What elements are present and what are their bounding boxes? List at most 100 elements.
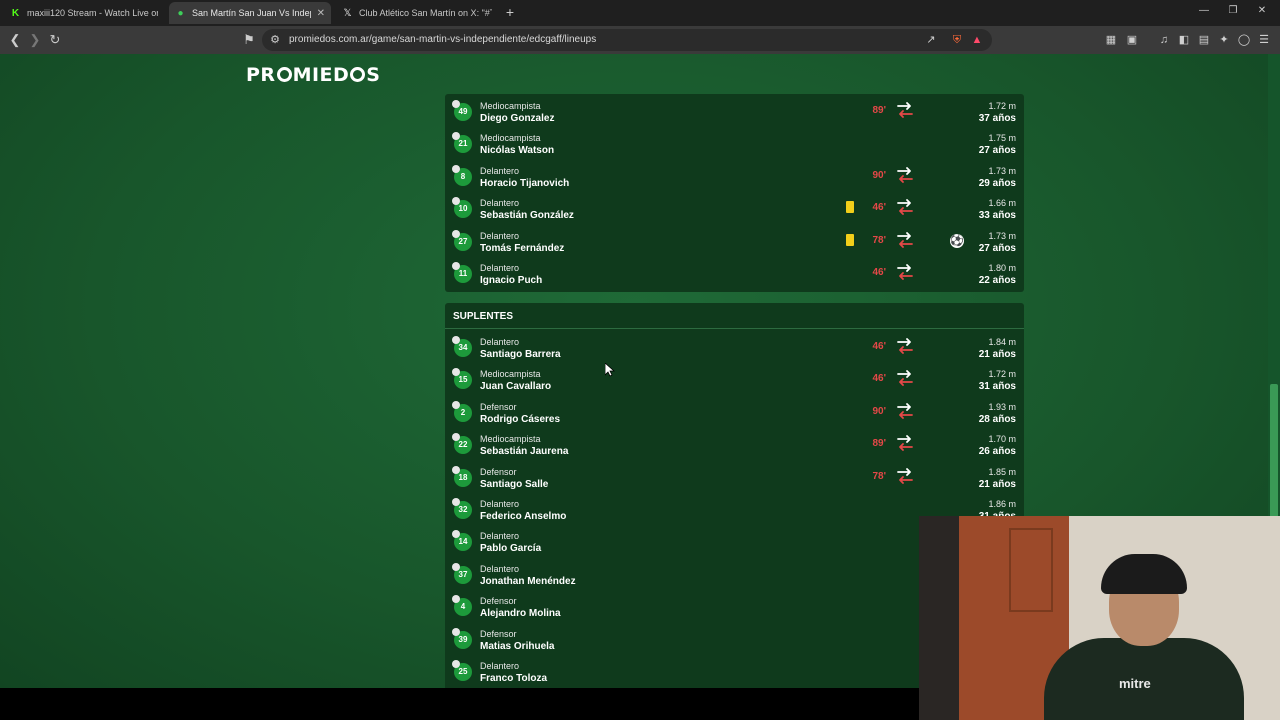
player-row[interactable]: 27 Delantero Tomás Fernández 78' ⚽ 1.73 m 27 a… [445,226,1024,258]
player-photo-icon [452,100,460,108]
player-position: Delantero [480,198,520,209]
media-icon[interactable]: ▣ [1125,33,1139,47]
player-position: Delantero [480,499,520,509]
substitutes-heading: SUPLENTES [453,311,514,322]
close-tab-icon[interactable]: ✕ [317,8,325,19]
webcam-shadow [919,516,959,720]
vpn-icon[interactable]: ◯ [1237,33,1251,47]
scrollbar-thumb[interactable] [1270,384,1278,534]
new-tab-button[interactable]: + [503,4,517,20]
player-height: 1.66 m [988,198,1016,209]
player-height: 1.93 m [988,401,1016,412]
substitution-minute: 46' [872,202,886,214]
extensions-icon[interactable]: ▦ [1104,33,1118,47]
player-name[interactable]: Ignacio Puch [480,275,542,286]
tab-kick-stream[interactable]: K maxiii120 Stream - Watch Live on Kick [4,2,164,24]
player-name[interactable]: Diego Gonzalez [480,113,554,124]
share-icon[interactable]: ↗ [924,33,938,47]
player-photo-icon [452,400,460,409]
player-name[interactable]: Sebastián González [480,210,574,221]
player-row[interactable]: 18 Defensor Santiago Salle 78' 1.85 m 21 años [445,462,1024,494]
player-photo-icon [452,229,460,238]
player-row[interactable]: 2 Defensor Rodrigo Cáseres 90' 1.93 m 28 años [445,397,1024,429]
player-name[interactable]: Federico Anselmo [480,511,566,522]
close-window-button[interactable]: ✕ [1252,5,1272,16]
player-row[interactable]: 10 Delantero Sebastián González 46' 1.66 m 33… [445,193,1024,225]
player-photo-icon [452,336,460,344]
minimize-button[interactable]: — [1194,5,1214,16]
player-position: Defensor [480,466,517,477]
yellow-card-icon [846,233,854,246]
player-name[interactable]: Santiago Salle [480,479,548,490]
player-name[interactable]: Tomás Fernández [480,243,564,254]
player-number: 2 [452,400,472,422]
tab-x-post[interactable]: 𝕏 Club Atlético San Martín on X: "#Torne… [336,2,498,24]
player-height: 1.72 m [988,101,1016,111]
site-info-icon[interactable]: ⚙ [268,33,282,47]
player-name[interactable]: Santiago Barrera [480,349,561,360]
mouse-cursor [605,363,615,377]
tab-title: maxiii120 Stream - Watch Live on Kick [27,8,158,18]
player-name[interactable]: Nicólas Watson [480,145,554,156]
substitution-minute: 46' [872,267,886,278]
player-row[interactable]: 8 Delantero Horacio Tijanovich 90' 1.73 m 29 … [445,161,1024,193]
player-number: 49 [452,100,472,121]
substitution-minute: 78' [872,234,886,246]
player-height: 1.85 m [988,466,1016,477]
player-name[interactable]: Matias Orihuela [480,641,554,652]
player-height: 1.72 m [988,369,1016,380]
player-name[interactable]: Juan Cavallaro [480,381,551,392]
player-age: 21 años [978,349,1016,360]
player-age: 31 años [978,381,1016,393]
substitution-icon [897,264,913,280]
substitution-minute: 46' [872,341,886,352]
back-button[interactable]: ❮ [7,32,23,48]
brave-rewards-icon[interactable]: ▲ [970,33,984,47]
substitution-minute: 89' [872,438,886,450]
player-row[interactable]: 49 Mediocampista Diego Gonzalez 89' 1.72 m 37… [445,96,1024,128]
player-row[interactable]: 34 Delantero Santiago Barrera 46' 1.84 m 21 a… [445,332,1024,364]
substitution-icon [897,370,913,387]
player-age: 29 años [978,177,1016,189]
player-name[interactable]: Franco Toloza [480,673,547,684]
substitution-icon [897,231,913,248]
tab-promiedos[interactable]: ● San Martín San Juan Vs Independiente ✕ [169,2,331,24]
player-name[interactable]: Jonathan Menéndez [480,576,576,587]
player-row[interactable]: 15 Mediocampista Juan Cavallaro 46' 1.72 m 31… [445,364,1024,396]
player-height: 1.80 m [988,263,1016,273]
player-photo-icon [452,262,460,270]
promiedos-logo[interactable]: PR MIED S [246,64,380,86]
player-name[interactable]: Pablo García [480,543,541,554]
player-position: Delantero [480,531,520,542]
brave-shield-icon[interactable]: ⛨ [950,33,964,47]
starters-card: 49 Mediocampista Diego Gonzalez 89' 1.72 m 37… [445,94,1024,292]
player-row[interactable]: 22 Mediocampista Sebastián Jaurena 89' 1.70 … [445,429,1024,461]
menu-icon[interactable]: ☰ [1257,33,1271,47]
music-icon[interactable]: ♫ [1157,33,1171,47]
x-icon: 𝕏 [343,7,352,19]
player-row[interactable]: 11 Delantero Ignacio Puch 46' 1.80 m 22 años [445,258,1024,290]
restore-button[interactable]: ❐ [1223,5,1243,16]
player-number: 21 [452,132,472,154]
reload-button[interactable]: ↻ [47,32,63,48]
player-height: 1.86 m [988,499,1016,509]
sidebar-icon[interactable]: ◧ [1177,33,1191,47]
player-name[interactable]: Rodrigo Cáseres [480,414,560,425]
substitution-icon [897,402,913,419]
wallet-icon[interactable]: ▤ [1197,33,1211,47]
player-name[interactable]: Alejandro Molina [480,608,561,619]
player-row[interactable]: 21 Mediocampista Nicólas Watson 1.75 m 27 añ… [445,128,1024,160]
player-position: Defensor [480,628,517,639]
player-photo-icon [452,562,460,571]
substitution-icon [897,338,913,354]
tab-title: Club Atlético San Martín on X: "#Torneo [359,8,492,18]
player-name[interactable]: Horacio Tijanovich [480,178,569,189]
leo-ai-icon[interactable]: ✦ [1217,33,1231,47]
address-bar[interactable]: ⚙ promiedos.com.ar/game/san-martin-vs-in… [262,29,992,51]
forward-button[interactable]: ❯ [27,32,43,48]
player-name[interactable]: Sebastián Jaurena [480,446,568,457]
player-number: 4 [452,595,472,617]
player-height: 1.75 m [988,133,1016,144]
player-number: 32 [452,498,472,519]
bookmark-icon[interactable]: ⚑ [241,32,257,48]
